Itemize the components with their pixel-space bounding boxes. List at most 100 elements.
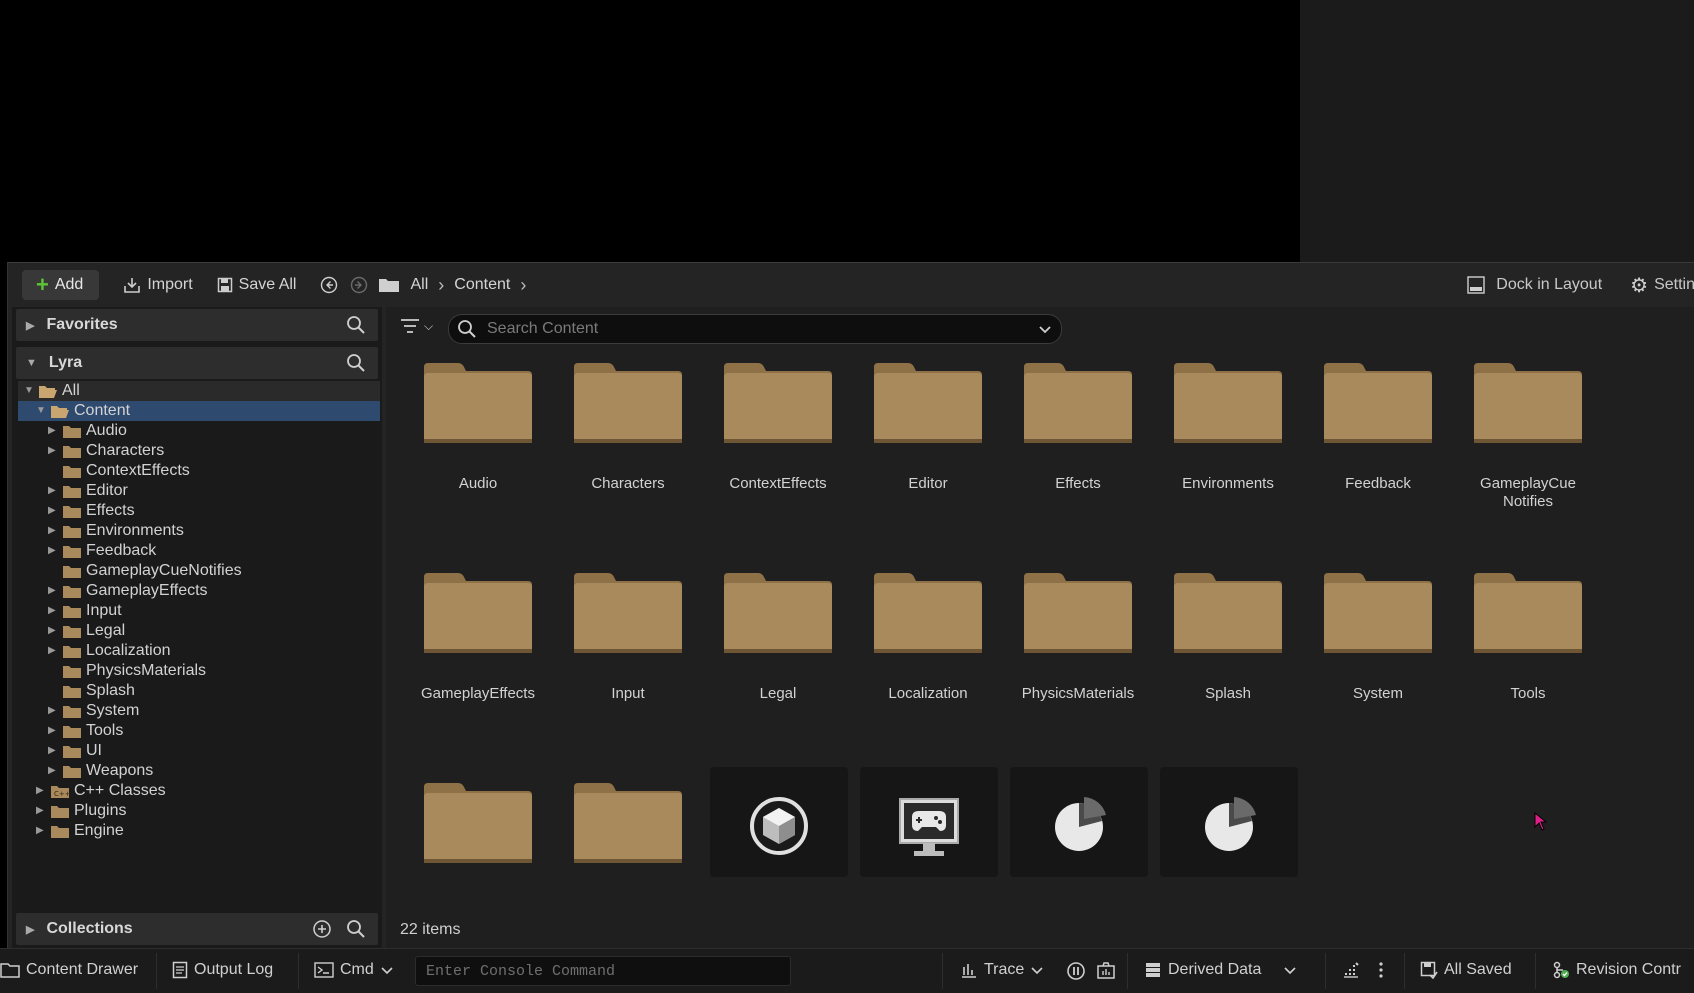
revision-control-button[interactable]: Revision Contr	[1552, 961, 1681, 979]
folder-tile[interactable]: Feedback	[1308, 355, 1448, 515]
tree-item-legal[interactable]: ▶ Legal	[18, 621, 380, 641]
collections-header[interactable]: ▶ Collections	[16, 913, 378, 945]
tree-item-engine[interactable]: ▶ Engine	[18, 821, 380, 841]
expand-arrow-icon[interactable]: ▶	[48, 581, 56, 601]
folder-tile[interactable]: Splash	[1158, 565, 1298, 725]
expand-arrow-icon[interactable]: ▶	[48, 621, 56, 641]
import-button[interactable]: Import	[123, 276, 193, 294]
level-viewport[interactable]	[0, 0, 1300, 262]
asset-tile[interactable]	[1008, 767, 1148, 885]
folder-tile[interactable]: Characters	[558, 355, 698, 515]
tree-item-effects[interactable]: ▶ Effects	[18, 501, 380, 521]
save-all-button[interactable]: Save All	[217, 276, 296, 294]
folder-tile[interactable]: Audio	[408, 355, 548, 515]
filter-button[interactable]: ⌵	[400, 318, 433, 334]
expand-arrow-icon[interactable]: ▶	[48, 761, 56, 781]
settings-button[interactable]: ⚙ Settin	[1630, 273, 1694, 298]
expand-arrow-icon[interactable]: ▶	[48, 741, 56, 761]
expand-arrow-icon[interactable]: ▶	[48, 641, 56, 661]
tree-item-characters[interactable]: ▶ Characters	[18, 441, 380, 461]
folder-tile[interactable]: Tools	[1458, 565, 1598, 725]
collapse-arrow-icon[interactable]: ▼	[26, 357, 37, 369]
tree-item-ui[interactable]: ▶ UI	[18, 741, 380, 761]
tree-item-localization[interactable]: ▶ Localization	[18, 641, 380, 661]
tree-item-gameplayeffects[interactable]: ▶ GameplayEffects	[18, 581, 380, 601]
breadcrumb-content[interactable]: Content	[454, 276, 510, 294]
tree-item-physicsmaterials[interactable]: PhysicsMaterials	[18, 661, 380, 681]
expand-arrow-icon[interactable]: ▶	[36, 821, 44, 841]
collapse-arrow-icon[interactable]: ▼	[36, 401, 46, 421]
breadcrumb-all[interactable]: All	[410, 276, 428, 294]
tree-item-gameplaycuenotifies[interactable]: GameplayCueNotifies	[18, 561, 380, 581]
folder-tile[interactable]: Input	[558, 565, 698, 725]
snapshot-icon[interactable]	[1096, 961, 1116, 981]
folder-tile[interactable]: Effects	[1008, 355, 1148, 515]
asset-tile[interactable]	[1158, 767, 1298, 885]
tree-item-content[interactable]: ▼ Content	[18, 401, 380, 421]
derived-data-dropdown[interactable]: Derived Data	[1144, 961, 1297, 979]
expand-arrow-icon[interactable]: ▶	[26, 319, 34, 332]
search-icon[interactable]	[346, 315, 366, 335]
add-collection-icon[interactable]	[312, 919, 332, 939]
favorites-header[interactable]: ▶ Favorites	[16, 309, 378, 341]
collapse-arrow-icon[interactable]: ▼	[24, 381, 34, 401]
folder-icon[interactable]	[378, 276, 400, 294]
expand-arrow-icon[interactable]: ▶	[48, 501, 56, 521]
expand-arrow-icon[interactable]: ▶	[48, 421, 56, 441]
tree-item-audio[interactable]: ▶ Audio	[18, 421, 380, 441]
folder-tile[interactable]: ContextEffects	[708, 355, 848, 515]
tree-item-contexteffects[interactable]: ContextEffects	[18, 461, 380, 481]
dock-in-layout-button[interactable]: Dock in Layout	[1466, 275, 1602, 295]
cmd-dropdown[interactable]: Cmd	[314, 961, 394, 979]
chevron-right-icon[interactable]: ›	[520, 275, 526, 296]
expand-arrow-icon[interactable]: ▶	[48, 481, 56, 501]
tree-item-plugins[interactable]: ▶ Plugins	[18, 801, 380, 821]
folder-tile[interactable]: PhysicsMaterials	[1008, 565, 1148, 725]
folder-tile[interactable]: Environments	[1158, 355, 1298, 515]
trace-dropdown[interactable]: Trace	[960, 961, 1044, 979]
folder-tile[interactable]: Localization	[858, 565, 998, 725]
expand-arrow-icon[interactable]: ▶	[48, 701, 56, 721]
folder-tile[interactable]	[558, 775, 698, 885]
more-options-icon[interactable]	[1378, 961, 1384, 979]
all-saved-button[interactable]: All Saved	[1420, 961, 1512, 979]
folder-tile[interactable]: Editor	[858, 355, 998, 515]
tree-item-all[interactable]: ▼ All	[18, 381, 380, 401]
tree-item-environments[interactable]: ▶ Environments	[18, 521, 380, 541]
tree-item-tools[interactable]: ▶ Tools	[18, 721, 380, 741]
back-icon[interactable]	[320, 276, 338, 294]
search-content-box[interactable]	[448, 314, 1062, 344]
console-command-field[interactable]	[415, 956, 791, 986]
folder-tile[interactable]: System	[1308, 565, 1448, 725]
expand-arrow-icon[interactable]: ▶	[36, 801, 44, 821]
tree-item-c-classes[interactable]: ▶ C++ C++ Classes	[18, 781, 380, 801]
forward-icon[interactable]	[350, 276, 368, 294]
expand-arrow-icon[interactable]: ▶	[48, 721, 56, 741]
folder-tile[interactable]: GameplayCue Notifies	[1458, 355, 1598, 515]
tree-item-editor[interactable]: ▶ Editor	[18, 481, 380, 501]
expand-arrow-icon[interactable]: ▶	[48, 601, 56, 621]
expand-arrow-icon[interactable]: ▶	[48, 541, 56, 561]
chevron-down-icon[interactable]	[1037, 321, 1053, 337]
tree-item-input[interactable]: ▶ Input	[18, 601, 380, 621]
console-input[interactable]	[416, 957, 790, 985]
expand-arrow-icon[interactable]: ▶	[36, 781, 44, 801]
tree-item-weapons[interactable]: ▶ Weapons	[18, 761, 380, 781]
folder-tile[interactable]: GameplayEffects	[408, 565, 548, 725]
content-drawer-button[interactable]: Content Drawer	[0, 961, 138, 979]
tree-item-feedback[interactable]: ▶ Feedback	[18, 541, 380, 561]
lyra-header[interactable]: ▼ Lyra	[16, 347, 378, 379]
output-log-button[interactable]: Output Log	[172, 961, 273, 979]
folder-tile[interactable]	[408, 775, 548, 885]
expand-arrow-icon[interactable]: ▶	[48, 441, 56, 461]
expand-arrow-icon[interactable]: ▶	[26, 923, 34, 936]
performance-icon[interactable]	[1342, 961, 1360, 979]
add-button[interactable]: + Add	[22, 270, 100, 300]
chevron-right-icon[interactable]: ›	[438, 275, 444, 296]
asset-tile[interactable]	[858, 767, 998, 885]
search-input[interactable]	[485, 319, 1037, 339]
asset-tile[interactable]	[708, 767, 848, 885]
search-icon[interactable]	[346, 353, 366, 373]
expand-arrow-icon[interactable]: ▶	[48, 521, 56, 541]
tree-item-splash[interactable]: Splash	[18, 681, 380, 701]
